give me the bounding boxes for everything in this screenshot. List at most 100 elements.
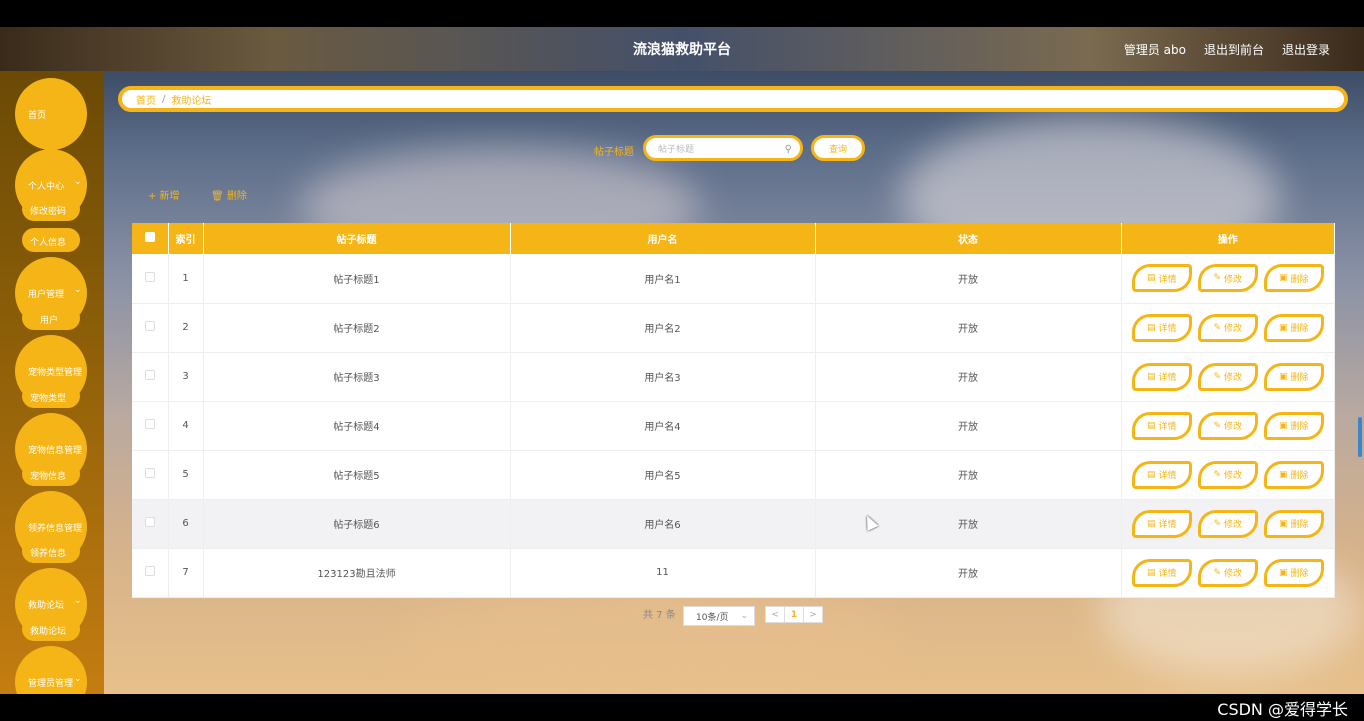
cell-status: 开放 bbox=[815, 352, 1122, 402]
cell-actions: ▤ 详情 ✎ 修改 ▣ 删除 bbox=[1121, 450, 1335, 500]
select-all-checkbox[interactable] bbox=[132, 223, 169, 254]
delete-button[interactable]: ▣ 删除 bbox=[1263, 411, 1324, 440]
query-button[interactable]: 查询 bbox=[811, 135, 865, 161]
cell-username: 用户名3 bbox=[510, 352, 816, 402]
row-checkbox-cell[interactable] bbox=[132, 352, 169, 402]
sidebar-group-forum-label: 救助论坛 bbox=[28, 601, 65, 611]
col-header-index: 索引 bbox=[168, 223, 204, 254]
edit-button[interactable]: ✎ 修改 bbox=[1197, 460, 1258, 489]
checkbox[interactable] bbox=[144, 468, 155, 478]
logout-link[interactable]: 退出登录 bbox=[1282, 41, 1330, 58]
delete-button[interactable]: ▣ 删除 bbox=[1263, 460, 1324, 489]
breadcrumb: 首页 / 救助论坛 bbox=[118, 86, 1348, 112]
edit-button[interactable]: ✎ 修改 bbox=[1197, 362, 1258, 391]
table-header-row: 索引 帖子标题 用户名 状态 操作 bbox=[132, 223, 1335, 254]
back-to-front-link[interactable]: 退出到前台 bbox=[1204, 41, 1264, 58]
cell-actions: ▤ 详情 ✎ 修改 ▣ 删除 bbox=[1121, 499, 1335, 549]
cell-index: 3 bbox=[168, 352, 204, 402]
sidebar: 首页 个人中心 ⌄ 修改密码 个人信息 用户管理 ⌄ 用户 宠物类型管理 宠物类… bbox=[0, 71, 104, 694]
document-icon: ▤ bbox=[1146, 567, 1156, 578]
table-row: 4 帖子标题4 用户名4 开放 ▤ 详情 ✎ 修改 ▣ 删除 bbox=[132, 401, 1335, 451]
row-checkbox-cell[interactable] bbox=[132, 450, 169, 500]
col-header-status: 状态 bbox=[815, 223, 1122, 254]
delete-button[interactable]: ▣ 删除 bbox=[1263, 313, 1324, 342]
cell-actions: ▤ 详情 ✎ 修改 ▣ 删除 bbox=[1121, 548, 1335, 598]
sidebar-item-adopt-info-label: 领养信息 bbox=[30, 549, 67, 559]
table-row: 6 帖子标题6 用户名6 开放 ▤ 详情 ✎ 修改 ▣ 删除 bbox=[132, 499, 1335, 549]
cell-title: 123123勘且法师 bbox=[203, 548, 511, 598]
detail-button[interactable]: ▤ 详情 bbox=[1131, 313, 1192, 342]
detail-button[interactable]: ▤ 详情 bbox=[1131, 460, 1192, 489]
pencil-icon: ✎ bbox=[1213, 420, 1222, 431]
edit-button[interactable]: ✎ 修改 bbox=[1197, 509, 1258, 538]
row-checkbox-cell[interactable] bbox=[132, 303, 169, 353]
sidebar-item-user-label: 用户 bbox=[40, 316, 59, 326]
cell-status: 开放 bbox=[815, 303, 1122, 353]
document-icon: ▤ bbox=[1146, 518, 1156, 529]
detail-button[interactable]: ▤ 详情 bbox=[1131, 558, 1192, 587]
edit-button[interactable]: ✎ 修改 bbox=[1197, 313, 1258, 342]
cell-actions: ▤ 详情 ✎ 修改 ▣ 删除 bbox=[1121, 401, 1335, 451]
cell-title: 帖子标题6 bbox=[203, 499, 511, 549]
detail-button[interactable]: ▤ 详情 bbox=[1131, 264, 1192, 293]
checkbox[interactable] bbox=[144, 566, 155, 576]
scrollbar-thumb[interactable] bbox=[1358, 417, 1362, 457]
row-checkbox-cell[interactable] bbox=[132, 254, 169, 304]
cell-status: 开放 bbox=[815, 450, 1122, 500]
checkbox[interactable] bbox=[144, 517, 155, 527]
detail-label: 详情 bbox=[1158, 422, 1177, 432]
delete-button[interactable]: ▣ 删除 bbox=[1263, 509, 1324, 538]
page-number-current[interactable]: 1 bbox=[784, 606, 804, 623]
cell-username: 用户名6 bbox=[510, 499, 816, 549]
trash-icon: 🗑 bbox=[211, 191, 224, 202]
next-page-button[interactable]: > bbox=[803, 606, 823, 623]
sidebar-item-home-label: 首页 bbox=[28, 111, 47, 121]
row-checkbox-cell[interactable] bbox=[132, 548, 169, 598]
add-button[interactable]: + 新增 bbox=[148, 187, 180, 202]
edit-button[interactable]: ✎ 修改 bbox=[1197, 264, 1258, 293]
admin-label: 管理员 abo bbox=[1123, 43, 1186, 57]
top-letterbox bbox=[0, 0, 1364, 27]
detail-button[interactable]: ▤ 详情 bbox=[1131, 411, 1192, 440]
delete-button[interactable]: ▣ 删除 bbox=[1263, 362, 1324, 391]
delete-button[interactable]: ▣ 删除 bbox=[1263, 264, 1324, 293]
delete-button[interactable]: ▣ 删除 bbox=[1263, 558, 1324, 587]
sidebar-item-home[interactable] bbox=[15, 78, 87, 150]
pencil-icon: ✎ bbox=[1213, 273, 1222, 284]
search-input[interactable]: 帖子标题 ⚲ bbox=[643, 135, 803, 161]
edit-button[interactable]: ✎ 修改 bbox=[1197, 411, 1258, 440]
sidebar-item-rescue-forum-label: 救助论坛 bbox=[30, 627, 67, 637]
breadcrumb-home[interactable]: 首页 bbox=[136, 92, 156, 107]
table-row: 2 帖子标题2 用户名2 开放 ▤ 详情 ✎ 修改 ▣ 删除 bbox=[132, 303, 1335, 353]
row-checkbox-cell[interactable] bbox=[132, 401, 169, 451]
batch-delete-button[interactable]: 🗑 删除 bbox=[211, 187, 247, 202]
checkbox[interactable] bbox=[144, 419, 155, 429]
detail-button[interactable]: ▤ 详情 bbox=[1131, 362, 1192, 391]
prev-page-button[interactable]: < bbox=[765, 606, 785, 623]
cell-index: 7 bbox=[168, 548, 204, 598]
pencil-icon: ✎ bbox=[1213, 469, 1222, 480]
breadcrumb-separator: / bbox=[162, 93, 166, 105]
trash-icon: ▣ bbox=[1278, 469, 1288, 480]
checkbox[interactable] bbox=[144, 271, 155, 282]
sidebar-group-admin-label: 管理员管理 bbox=[28, 679, 74, 689]
checkbox[interactable] bbox=[144, 232, 155, 242]
pencil-icon: ✎ bbox=[1213, 518, 1222, 529]
row-checkbox-cell[interactable] bbox=[132, 499, 169, 549]
delete-label: 删除 bbox=[1290, 422, 1309, 432]
edit-button[interactable]: ✎ 修改 bbox=[1197, 558, 1258, 587]
document-icon: ▤ bbox=[1146, 469, 1156, 480]
sidebar-item-pet-info-label: 宠物信息 bbox=[30, 472, 67, 482]
checkbox[interactable] bbox=[144, 321, 155, 331]
table-row: 7 123123勘且法师 11 开放 ▤ 详情 ✎ 修改 ▣ 删除 bbox=[132, 548, 1335, 598]
detail-label: 详情 bbox=[1158, 569, 1177, 579]
trash-icon: ▣ bbox=[1278, 518, 1288, 529]
edit-label: 修改 bbox=[1224, 471, 1243, 481]
total-count: 共 7 条 bbox=[643, 610, 676, 621]
delete-label: 删除 bbox=[1290, 471, 1309, 481]
checkbox[interactable] bbox=[144, 370, 155, 380]
sidebar-group-user-label: 用户管理 bbox=[28, 290, 65, 300]
sidebar-group-pet-type-label: 宠物类型管理 bbox=[28, 368, 83, 378]
page-size-select[interactable]: 10条/页 ⌄ bbox=[683, 606, 755, 626]
detail-button[interactable]: ▤ 详情 bbox=[1131, 509, 1192, 538]
